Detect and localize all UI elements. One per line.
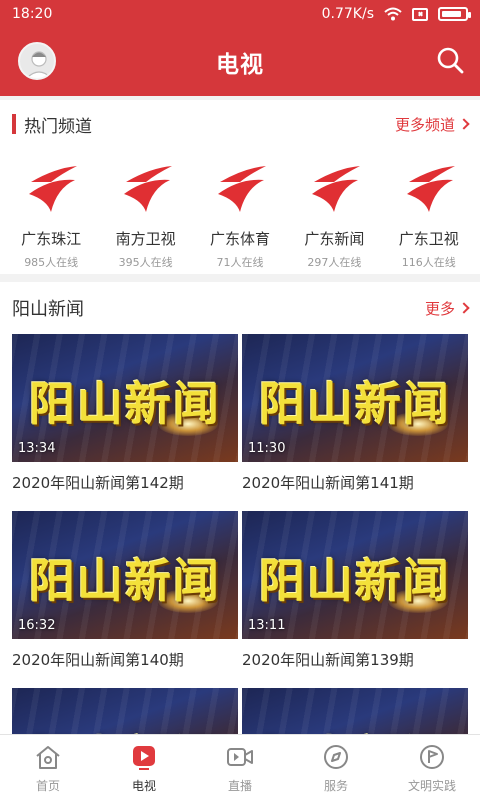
channel-online-count: 395人在线 — [118, 256, 173, 269]
thumbnail-title-text: 阳山新闻 — [259, 377, 451, 431]
wifi-icon — [384, 7, 402, 21]
channel-name: 广东体育 — [209, 230, 270, 248]
channel-online-count: 71人在线 — [216, 256, 264, 269]
home-icon — [36, 746, 60, 769]
tab-tv[interactable]: 电视 — [96, 735, 192, 800]
video-thumbnail: 阳山新闻 — [242, 688, 468, 734]
chevron-right-icon — [458, 118, 470, 130]
network-speed: 0.77K/s — [321, 6, 374, 22]
thumbnail-title-text: 阳山新闻 — [242, 722, 468, 734]
thumbnail-title-text: 阳山新闻 — [259, 554, 451, 608]
video-card[interactable]: 阳山新闻 13:34 2020年阳山新闻第142期 — [12, 334, 238, 493]
status-bar: 18:20 0.77K/s — [0, 0, 480, 28]
video-title: 2020年阳山新闻第142期 — [12, 474, 184, 492]
battery-level — [442, 11, 461, 17]
status-icons: 0.77K/s — [321, 6, 471, 22]
section-title: 热门频道 — [24, 116, 92, 137]
channel-item[interactable]: 广东体育 71人在线 — [194, 160, 286, 270]
channel-item[interactable]: 广东新闻 297人在线 — [288, 160, 380, 270]
thumbnail-title-text: 阳山新闻 — [29, 554, 221, 608]
video-duration: 11:30 — [248, 441, 286, 456]
channel-logo-icon — [123, 166, 172, 212]
video-title: 2020年阳山新闻第141期 — [242, 474, 414, 492]
compass-icon — [324, 745, 348, 769]
video-card[interactable]: 阳山新闻 11:30 2020年阳山新闻第141期 — [242, 334, 468, 493]
flag-icon — [420, 745, 444, 769]
tab-service[interactable]: 服务 — [288, 735, 384, 800]
channel-online-count: 297人在线 — [307, 256, 362, 269]
more-channels-link[interactable]: 更多频道 — [395, 114, 470, 135]
news-header: 阳山新闻 更多 — [0, 282, 480, 334]
channel-name: 广东新闻 — [304, 230, 365, 248]
channel-list: 广东珠江 985人在线 南方卫视 395人在线 广东体育 71人在线 广东新闻 297人在线广… — [0, 160, 480, 270]
video-card[interactable]: 阳山新闻 13:11 2020年阳山新闻第139期 — [242, 511, 468, 670]
video-title: 2020年阳山新闻第140期 — [12, 651, 184, 669]
channel-online-count: 985人在线 — [24, 256, 79, 269]
tab-home[interactable]: 首页 — [0, 735, 96, 800]
battery-icon — [438, 7, 471, 21]
channel-item[interactable]: 广东珠江 985人在线 — [5, 160, 97, 270]
video-duration: 13:11 — [248, 618, 286, 633]
search-icon[interactable] — [436, 46, 464, 74]
tab-live[interactable]: 直播 — [192, 735, 288, 800]
channel-logo-icon — [217, 166, 266, 212]
section-title: 阳山新闻 — [12, 299, 84, 320]
channel-name: 南方卫视 — [115, 230, 176, 248]
channel-logo-icon — [406, 166, 455, 212]
video-thumbnail: 阳山新闻 — [12, 688, 238, 734]
channel-name: 广东珠江 — [21, 230, 82, 248]
bottom-tab-bar: 首页 电视 直播 服务 文明实践 — [0, 734, 480, 800]
video-thumbnail: 阳山新闻 11:30 — [242, 334, 468, 462]
video-thumbnail: 阳山新闻 13:34 — [12, 334, 238, 462]
hot-channels-header: 热门频道 更多频道 — [0, 100, 480, 148]
thumbnail-title-text: 阳山新闻 — [29, 377, 221, 431]
hot-channels-section: 热门频道 更多频道 广东珠江 985人在线 南方卫视 395人在线 广东体育 71人在线广… — [0, 100, 480, 274]
channel-logo-icon — [29, 166, 78, 212]
section-accent-bar — [12, 114, 16, 134]
no-sim-icon — [412, 7, 428, 21]
channel-logo-icon — [312, 166, 361, 212]
user-avatar-icon — [26, 51, 52, 78]
tab-civilization[interactable]: 文明实践 — [384, 735, 480, 800]
top-bar: 18:20 0.77K/s 电视 — [0, 0, 480, 96]
video-card[interactable]: 阳山新闻 — [242, 688, 468, 734]
channel-item[interactable]: 南方卫视 395人在线 — [100, 160, 192, 270]
page-title: 电视 — [216, 52, 264, 78]
news-section: 阳山新闻 更多 阳山新闻 13:34 2020年阳山新闻第142期 阳山新闻 11:30… — [0, 282, 480, 734]
status-time: 18:20 — [12, 6, 53, 22]
more-news-link[interactable]: 更多 — [425, 298, 470, 319]
tv-play-icon — [133, 746, 155, 770]
video-card[interactable]: 阳山新闻 16:32 2020年阳山新闻第140期 — [12, 511, 238, 670]
video-duration: 13:34 — [18, 441, 56, 456]
channel-item[interactable]: 广东卫视 116人在线 — [383, 160, 475, 270]
nav-bar: 电视 — [0, 28, 480, 96]
avatar[interactable] — [18, 42, 56, 80]
chevron-right-icon — [458, 302, 470, 314]
video-camera-icon — [227, 748, 253, 766]
channel-name: 广东卫视 — [398, 230, 459, 248]
channel-online-count: 116人在线 — [401, 256, 456, 269]
video-title: 2020年阳山新闻第139期 — [242, 651, 414, 669]
video-thumbnail: 阳山新闻 13:11 — [242, 511, 468, 639]
video-thumbnail: 阳山新闻 16:32 — [12, 511, 238, 639]
video-duration: 16:32 — [18, 618, 56, 633]
video-card[interactable]: 阳山新闻 — [12, 688, 238, 734]
thumbnail-title-text: 阳山新闻 — [12, 722, 238, 734]
